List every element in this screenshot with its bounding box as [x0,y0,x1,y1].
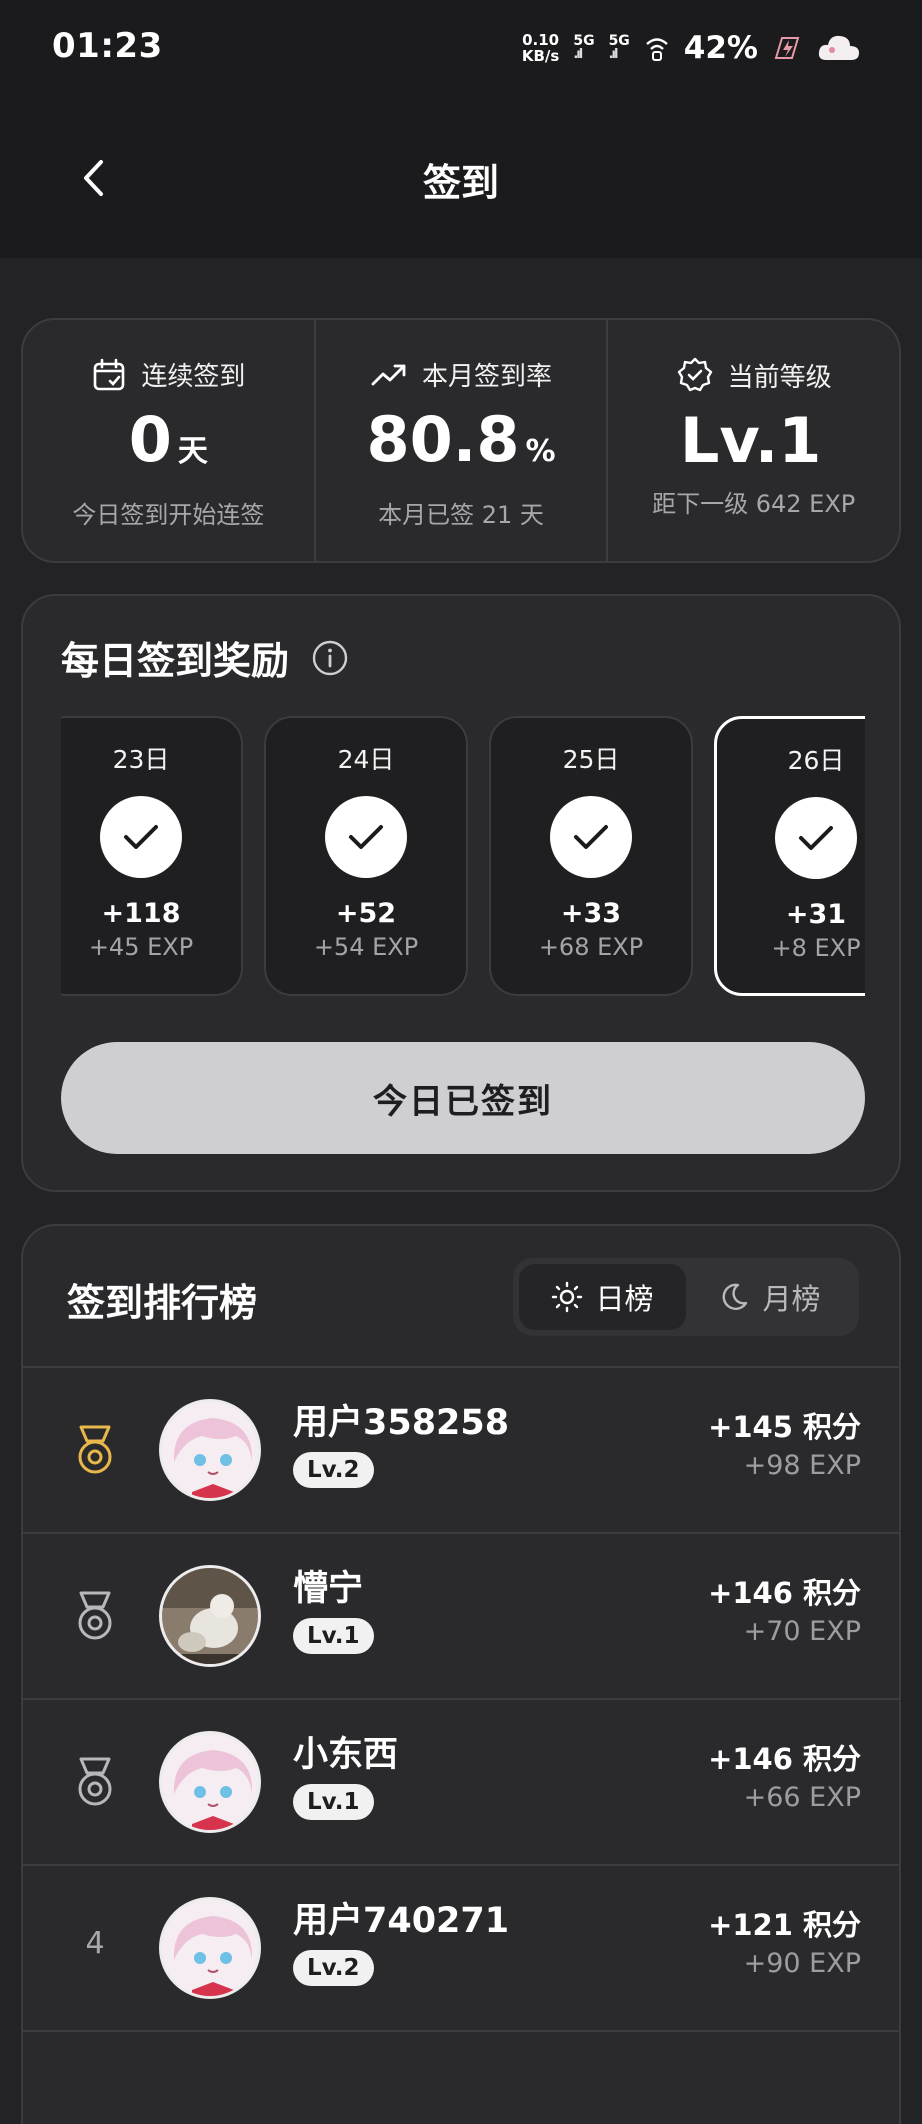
avatar [159,1399,261,1501]
reward-day-24[interactable]: 24日 +52 +54 EXP [264,716,468,996]
daily-reward-card: 每日签到奖励 23日 +118 +45 EXP 24日 +52 +54 EXP … [21,594,901,1192]
level-badge: Lv.2 [293,1452,374,1488]
check-circle-icon [325,796,407,878]
score-value: +146 积分 [708,1576,861,1610]
cloud-avatar-icon [818,35,859,60]
level-badge: Lv.2 [293,1950,374,1986]
check-circle-icon [100,796,182,878]
calendar-check-icon [94,358,125,390]
avatar [159,1565,261,1667]
level-value: Lv.1 [679,404,822,477]
check-circle-icon [775,797,857,879]
signal-5g-1: 5G .ıl [573,33,595,62]
leaderboard-row[interactable]: 懵宁 Lv.1 +146 积分 +70 EXP [23,1532,899,1698]
trending-up-icon [371,364,406,385]
user-name: 用户358258 [293,1403,510,1443]
page-title: 签到 [422,161,499,205]
leaderboard-title: 签到排行榜 [67,1281,258,1325]
user-name: 懵宁 [293,1569,364,1609]
info-icon[interactable] [311,639,349,677]
charging-icon [774,37,800,59]
leaderboard-card: 签到排行榜 日榜 月榜 用户358258 Lv.2 +145 积分 +98 EX… [21,1224,901,2124]
leaderboard-row-partial [23,2030,899,2124]
stat-level: 当前等级 Lv.1 距下一级 642 EXP [606,320,899,561]
signal-5g-2: 5G .ıl [608,33,630,62]
score-value: +145 积分 [708,1410,861,1444]
leaderboard-row[interactable]: 小东西 Lv.1 +146 积分 +66 EXP [23,1698,899,1864]
level-badge: Lv.1 [293,1784,374,1820]
leaderboard-tabs: 日榜 月榜 [513,1258,859,1336]
user-name: 用户740271 [293,1901,510,1941]
silver-medal-icon [69,1588,121,1644]
reward-day-strip[interactable]: 23日 +118 +45 EXP 24日 +52 +54 EXP 25日 +33… [61,716,865,998]
signal-bars-icon: .ıl [573,47,583,62]
leaderboard-row[interactable]: 用户358258 Lv.2 +145 积分 +98 EXP [23,1366,899,1532]
reward-day-25[interactable]: 25日 +33 +68 EXP [489,716,693,996]
reward-title: 每日签到奖励 [61,639,290,683]
reward-day-23[interactable]: 23日 +118 +45 EXP [61,716,243,996]
gold-medal-icon [69,1422,121,1478]
moon-icon [723,1283,748,1310]
battery-percent: 42% [683,30,758,66]
sun-icon [552,1281,583,1313]
signed-today-button[interactable]: 今日已签到 [61,1042,865,1154]
avatar [159,1731,261,1833]
badge-check-icon [677,357,712,392]
exp-value: +90 EXP [743,1948,861,1979]
score-value: +121 积分 [708,1908,861,1942]
stat-streak: 连续签到 0 天 今日签到开始连签 [23,320,314,561]
leaderboard-row[interactable]: 4 用户740271 Lv.2 +121 积分 +90 EXP [23,1864,899,2030]
monthly-rate-value: 80.8 [366,403,520,476]
signal-bars-icon: .ıl [608,47,619,62]
network-speed: 0.10 KB/s [521,31,560,65]
user-name: 小东西 [293,1735,399,1775]
rank-number: 4 [85,1926,105,1961]
level-badge: Lv.1 [293,1618,374,1654]
tab-daily[interactable]: 日榜 [519,1264,686,1330]
avatar [159,1897,261,1999]
wifi-icon [645,38,668,61]
leaderboard-list: 用户358258 Lv.2 +145 积分 +98 EXP 懵宁 Lv.1 +1… [23,1366,899,2124]
exp-value: +66 EXP [743,1782,861,1813]
tab-monthly[interactable]: 月榜 [686,1264,853,1330]
stats-card: 连续签到 0 天 今日签到开始连签 本月签到率 80.8 % 本月已签 21 天 [21,318,901,563]
silver-medal-icon [69,1754,121,1810]
streak-value: 0 [128,403,172,476]
stat-monthly-rate: 本月签到率 80.8 % 本月已签 21 天 [313,320,607,561]
reward-day-26-today[interactable]: 26日 +31 +8 EXP [714,716,865,996]
status-icons: 0.10 KB/s 5G .ıl 5G .ıl 42% [522,24,862,72]
check-circle-icon [550,796,632,878]
exp-value: +70 EXP [743,1616,861,1647]
score-value: +146 积分 [708,1742,861,1776]
status-time: 01:23 [52,26,163,66]
exp-value: +98 EXP [743,1450,861,1481]
